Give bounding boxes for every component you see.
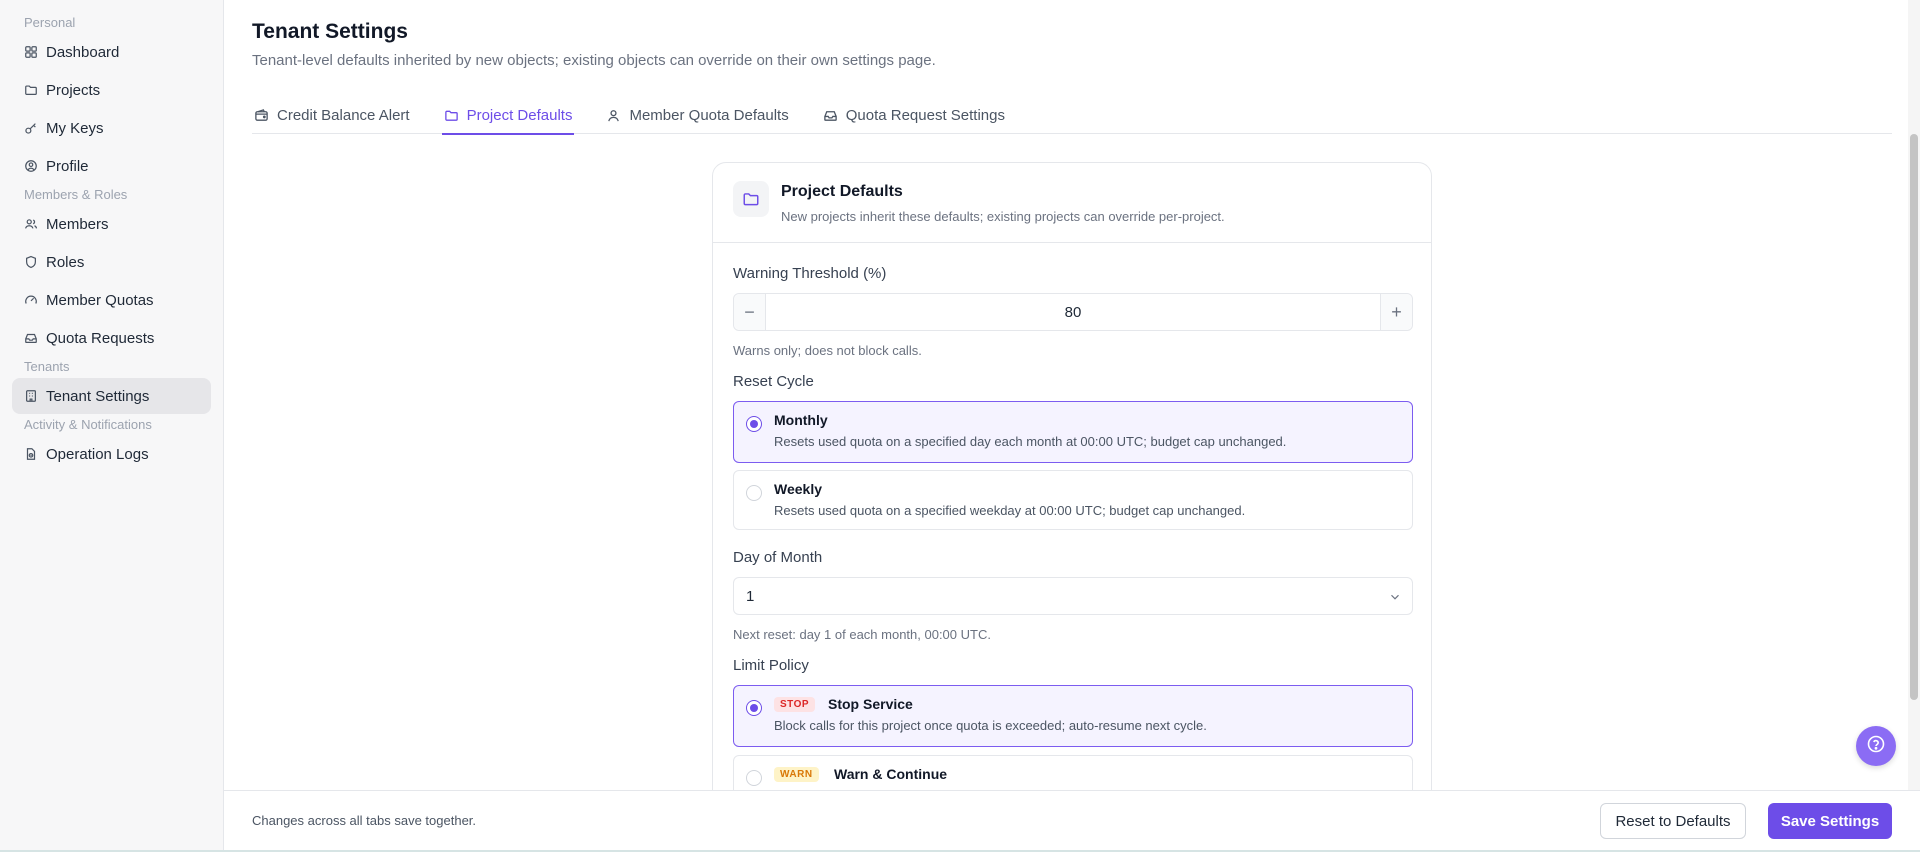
stop-badge: STOP [774,697,816,712]
sidebar-item-quota-requests[interactable]: Quota Requests [12,320,211,356]
reset-to-defaults-button[interactable]: Reset to Defaults [1600,803,1746,839]
sidebar-item-profile[interactable]: Profile [12,148,211,184]
day-of-month-select[interactable]: 1 [733,577,1413,615]
sidebar-item-label: Tenant Settings [46,387,150,405]
help-icon [1866,734,1886,759]
sidebar-item-label: Roles [46,253,85,271]
card-header: Project Defaults New projects inherit th… [713,163,1431,243]
inbox-icon [24,331,38,345]
decrement-button[interactable]: − [734,294,766,330]
key-icon [24,121,38,135]
limit-policy-option-warn[interactable]: WARN Warn & Continue [733,755,1413,790]
sidebar-item-projects[interactable]: Projects [12,72,211,108]
sidebar-item-label: Members [46,215,109,233]
user-icon [606,108,621,123]
option-title: Weekly [774,481,822,497]
save-settings-button[interactable]: Save Settings [1768,803,1892,839]
radio-button[interactable] [746,416,762,432]
main-content: Tenant Settings Tenant-level defaults in… [224,0,1920,790]
card-title: Project Defaults [781,183,903,200]
page-title: Tenant Settings [252,20,408,43]
nav-section-members-roles: Members & Roles [24,187,128,202]
sidebar-item-label: Dashboard [46,43,120,61]
folder-icon [733,181,769,217]
option-title: Stop Service [828,696,913,712]
select-value: 1 [746,587,755,605]
sidebar-item-member-quotas[interactable]: Member Quotas [12,282,211,318]
tab-member-quota-defaults[interactable]: Member Quota Defaults [604,96,790,134]
help-button[interactable] [1856,726,1896,766]
option-description: Block calls for this project once quota … [774,718,1207,733]
option-title: Monthly [774,412,828,428]
dashboard-icon [24,45,38,59]
gauge-icon [24,293,38,307]
option-description: Resets used quota on a specified weekday… [774,503,1246,518]
warning-threshold-label: Warning Threshold (%) [733,265,887,282]
page-subtitle: Tenant-level defaults inherited by new o… [252,52,936,69]
shield-icon [24,255,38,269]
card-description: New projects inherit these defaults; exi… [781,209,1225,224]
sidebar-item-label: Projects [46,81,101,99]
footer-note: Changes across all tabs save together. [252,813,477,828]
reset-cycle-option-weekly[interactable]: Weekly Resets used quota on a specified … [733,470,1413,530]
warning-threshold-hint: Warns only; does not block calls. [733,343,922,358]
tab-label: Member Quota Defaults [629,106,789,124]
sidebar-item-my-keys[interactable]: My Keys [12,110,211,146]
tab-label: Project Defaults [466,106,573,124]
tab-label: Quota Request Settings [845,106,1005,124]
limit-policy-label: Limit Policy [733,657,809,674]
wallet-icon [254,108,269,123]
limit-policy-option-stop[interactable]: STOP Stop Service Block calls for this p… [733,685,1413,747]
minus-icon: − [744,301,755,322]
user-circle-icon [24,159,38,173]
reset-cycle-option-monthly[interactable]: Monthly Resets used quota on a specified… [733,401,1413,463]
warning-threshold-stepper: − + [733,293,1413,331]
sidebar-item-label: Operation Logs [46,445,149,463]
sidebar-item-dashboard[interactable]: Dashboard [12,34,211,70]
tab-project-defaults[interactable]: Project Defaults [441,96,575,135]
sidebar-item-label: My Keys [46,119,104,137]
radio-button[interactable] [746,485,762,501]
sidebar-item-members[interactable]: Members [12,206,211,242]
scrollbar[interactable] [1908,0,1920,790]
inbox-icon [823,108,838,123]
chevron-down-icon [1388,590,1402,604]
radio-button[interactable] [746,700,762,716]
option-description: Resets used quota on a specified day eac… [774,434,1287,449]
tab-bar: Credit Balance Alert Project Defaults Me… [252,96,1892,135]
sidebar-item-label: Member Quotas [46,291,154,309]
project-defaults-card: Project Defaults New projects inherit th… [712,162,1432,790]
nav-section-personal: Personal [24,15,76,30]
footer-bar: Changes across all tabs save together. R… [224,790,1920,850]
nav-section-tenants: Tenants [24,359,70,374]
option-title: Warn & Continue [834,766,948,782]
tab-label: Credit Balance Alert [277,106,410,124]
scrollbar-thumb[interactable] [1910,134,1918,700]
sidebar-item-tenant-settings[interactable]: Tenant Settings [12,378,211,414]
warning-threshold-input[interactable] [766,294,1380,330]
plus-icon: + [1391,301,1402,322]
sidebar-item-label: Quota Requests [46,329,155,347]
radio-button[interactable] [746,770,762,786]
day-of-month-label: Day of Month [733,549,823,566]
log-icon [24,447,38,461]
folder-icon [24,83,38,97]
building-icon [24,389,38,403]
users-icon [24,217,38,231]
sidebar-item-roles[interactable]: Roles [12,244,211,280]
tab-quota-request-settings[interactable]: Quota Request Settings [821,96,1007,134]
sidebar: Personal Dashboard Projects My Keys Prof… [0,0,224,852]
warn-badge: WARN [774,767,819,782]
folder-icon [444,108,459,123]
sidebar-item-label: Profile [46,157,89,175]
tab-credit-balance-alert[interactable]: Credit Balance Alert [252,96,412,134]
day-of-month-hint: Next reset: day 1 of each month, 00:00 U… [733,627,991,642]
sidebar-item-operation-logs[interactable]: Operation Logs [12,436,211,472]
reset-cycle-label: Reset Cycle [733,373,814,390]
nav-section-activity: Activity & Notifications [24,417,152,432]
increment-button[interactable]: + [1380,294,1412,330]
